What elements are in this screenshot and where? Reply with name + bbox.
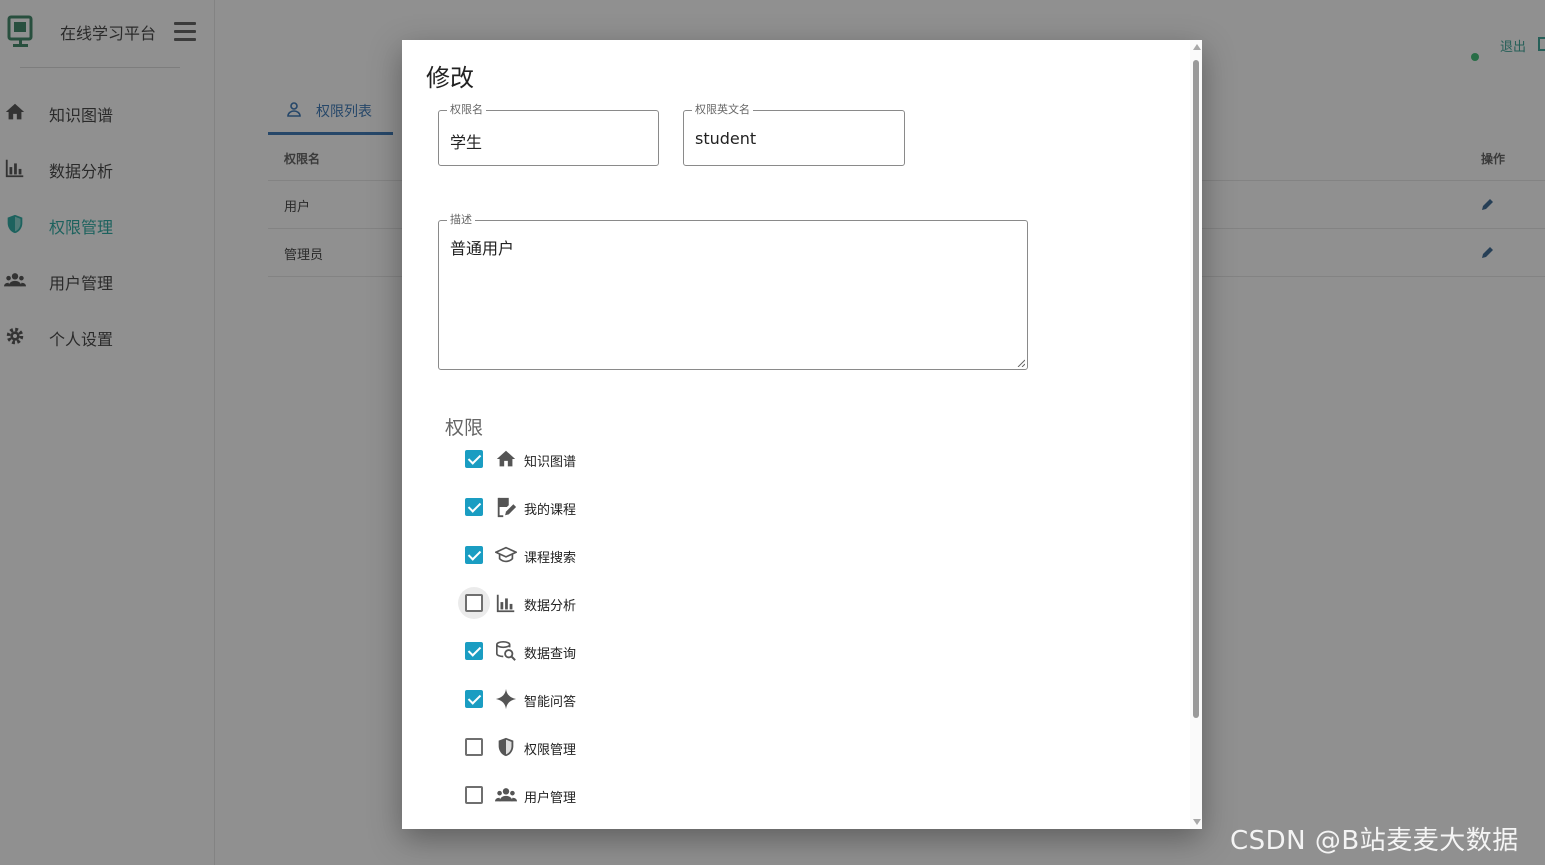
permission-label: 数据查询: [524, 647, 577, 662]
book-edit-icon: [497, 497, 517, 518]
permission-item-my-courses[interactable]: 我的课程: [464, 494, 764, 524]
watermark-footer: CSDN @B站麦麦大数据: [1230, 826, 1519, 856]
permission-checkbox[interactable]: [465, 786, 483, 804]
home-icon: [496, 450, 516, 467]
sparkle-icon: [495, 688, 517, 710]
users-icon: [495, 788, 517, 802]
field-value: student: [695, 129, 757, 148]
database-search-icon: [496, 641, 516, 661]
field-value: 普通用户: [450, 239, 515, 258]
permission-label: 权限管理: [524, 743, 577, 758]
dialog-scrollbar[interactable]: [1190, 40, 1202, 829]
shield-icon: [498, 737, 514, 757]
permission-item-user-management[interactable]: 用户管理: [464, 782, 764, 812]
description-textarea[interactable]: 描述 普通用户: [438, 213, 1028, 370]
permission-name-field[interactable]: 权限名 学生: [438, 103, 659, 166]
edit-permission-dialog: 修改 权限名 学生 权限英文名 student 描述 普通用户 权限 知识图谱 …: [402, 40, 1202, 829]
permission-checkbox[interactable]: [465, 498, 483, 516]
bar-chart-icon: [496, 594, 515, 613]
permission-item-course-search[interactable]: 课程搜索: [464, 542, 764, 572]
permissions-heading: 权限: [445, 417, 484, 439]
field-value: 学生: [450, 133, 483, 152]
permission-label: 知识图谱: [524, 455, 577, 470]
permission-checkbox[interactable]: [465, 642, 483, 660]
permission-checkbox[interactable]: [465, 690, 483, 708]
field-label: 权限英文名: [692, 103, 753, 117]
permission-label: 数据分析: [524, 599, 577, 614]
permission-item-knowledge-graph[interactable]: 知识图谱: [464, 446, 764, 476]
dialog-title: 修改: [426, 64, 474, 92]
permission-checkbox[interactable]: [465, 450, 483, 468]
permission-checkbox[interactable]: [465, 594, 483, 612]
graduation-cap-icon: [495, 546, 517, 563]
permission-checkbox[interactable]: [465, 546, 483, 564]
permission-checkbox[interactable]: [465, 738, 483, 756]
scrollbar-thumb[interactable]: [1193, 60, 1199, 718]
permission-label: 课程搜索: [524, 551, 577, 566]
permission-item-permission-management[interactable]: 权限管理: [464, 734, 764, 764]
scroll-down-arrow-icon[interactable]: [1193, 819, 1201, 825]
resize-handle-icon[interactable]: [1017, 359, 1025, 367]
permission-label: 智能问答: [524, 695, 577, 710]
permission-item-data-analysis[interactable]: 数据分析: [458, 587, 764, 620]
scroll-up-arrow-icon[interactable]: [1193, 44, 1201, 50]
field-label: 权限名: [447, 103, 486, 117]
permission-english-name-field[interactable]: 权限英文名 student: [683, 103, 905, 166]
permission-label: 我的课程: [524, 503, 577, 518]
permission-item-data-query[interactable]: 数据查询: [464, 638, 764, 668]
field-label: 描述: [447, 213, 475, 227]
permission-label: 用户管理: [524, 791, 577, 806]
permission-item-smart-qa[interactable]: 智能问答: [464, 686, 764, 716]
